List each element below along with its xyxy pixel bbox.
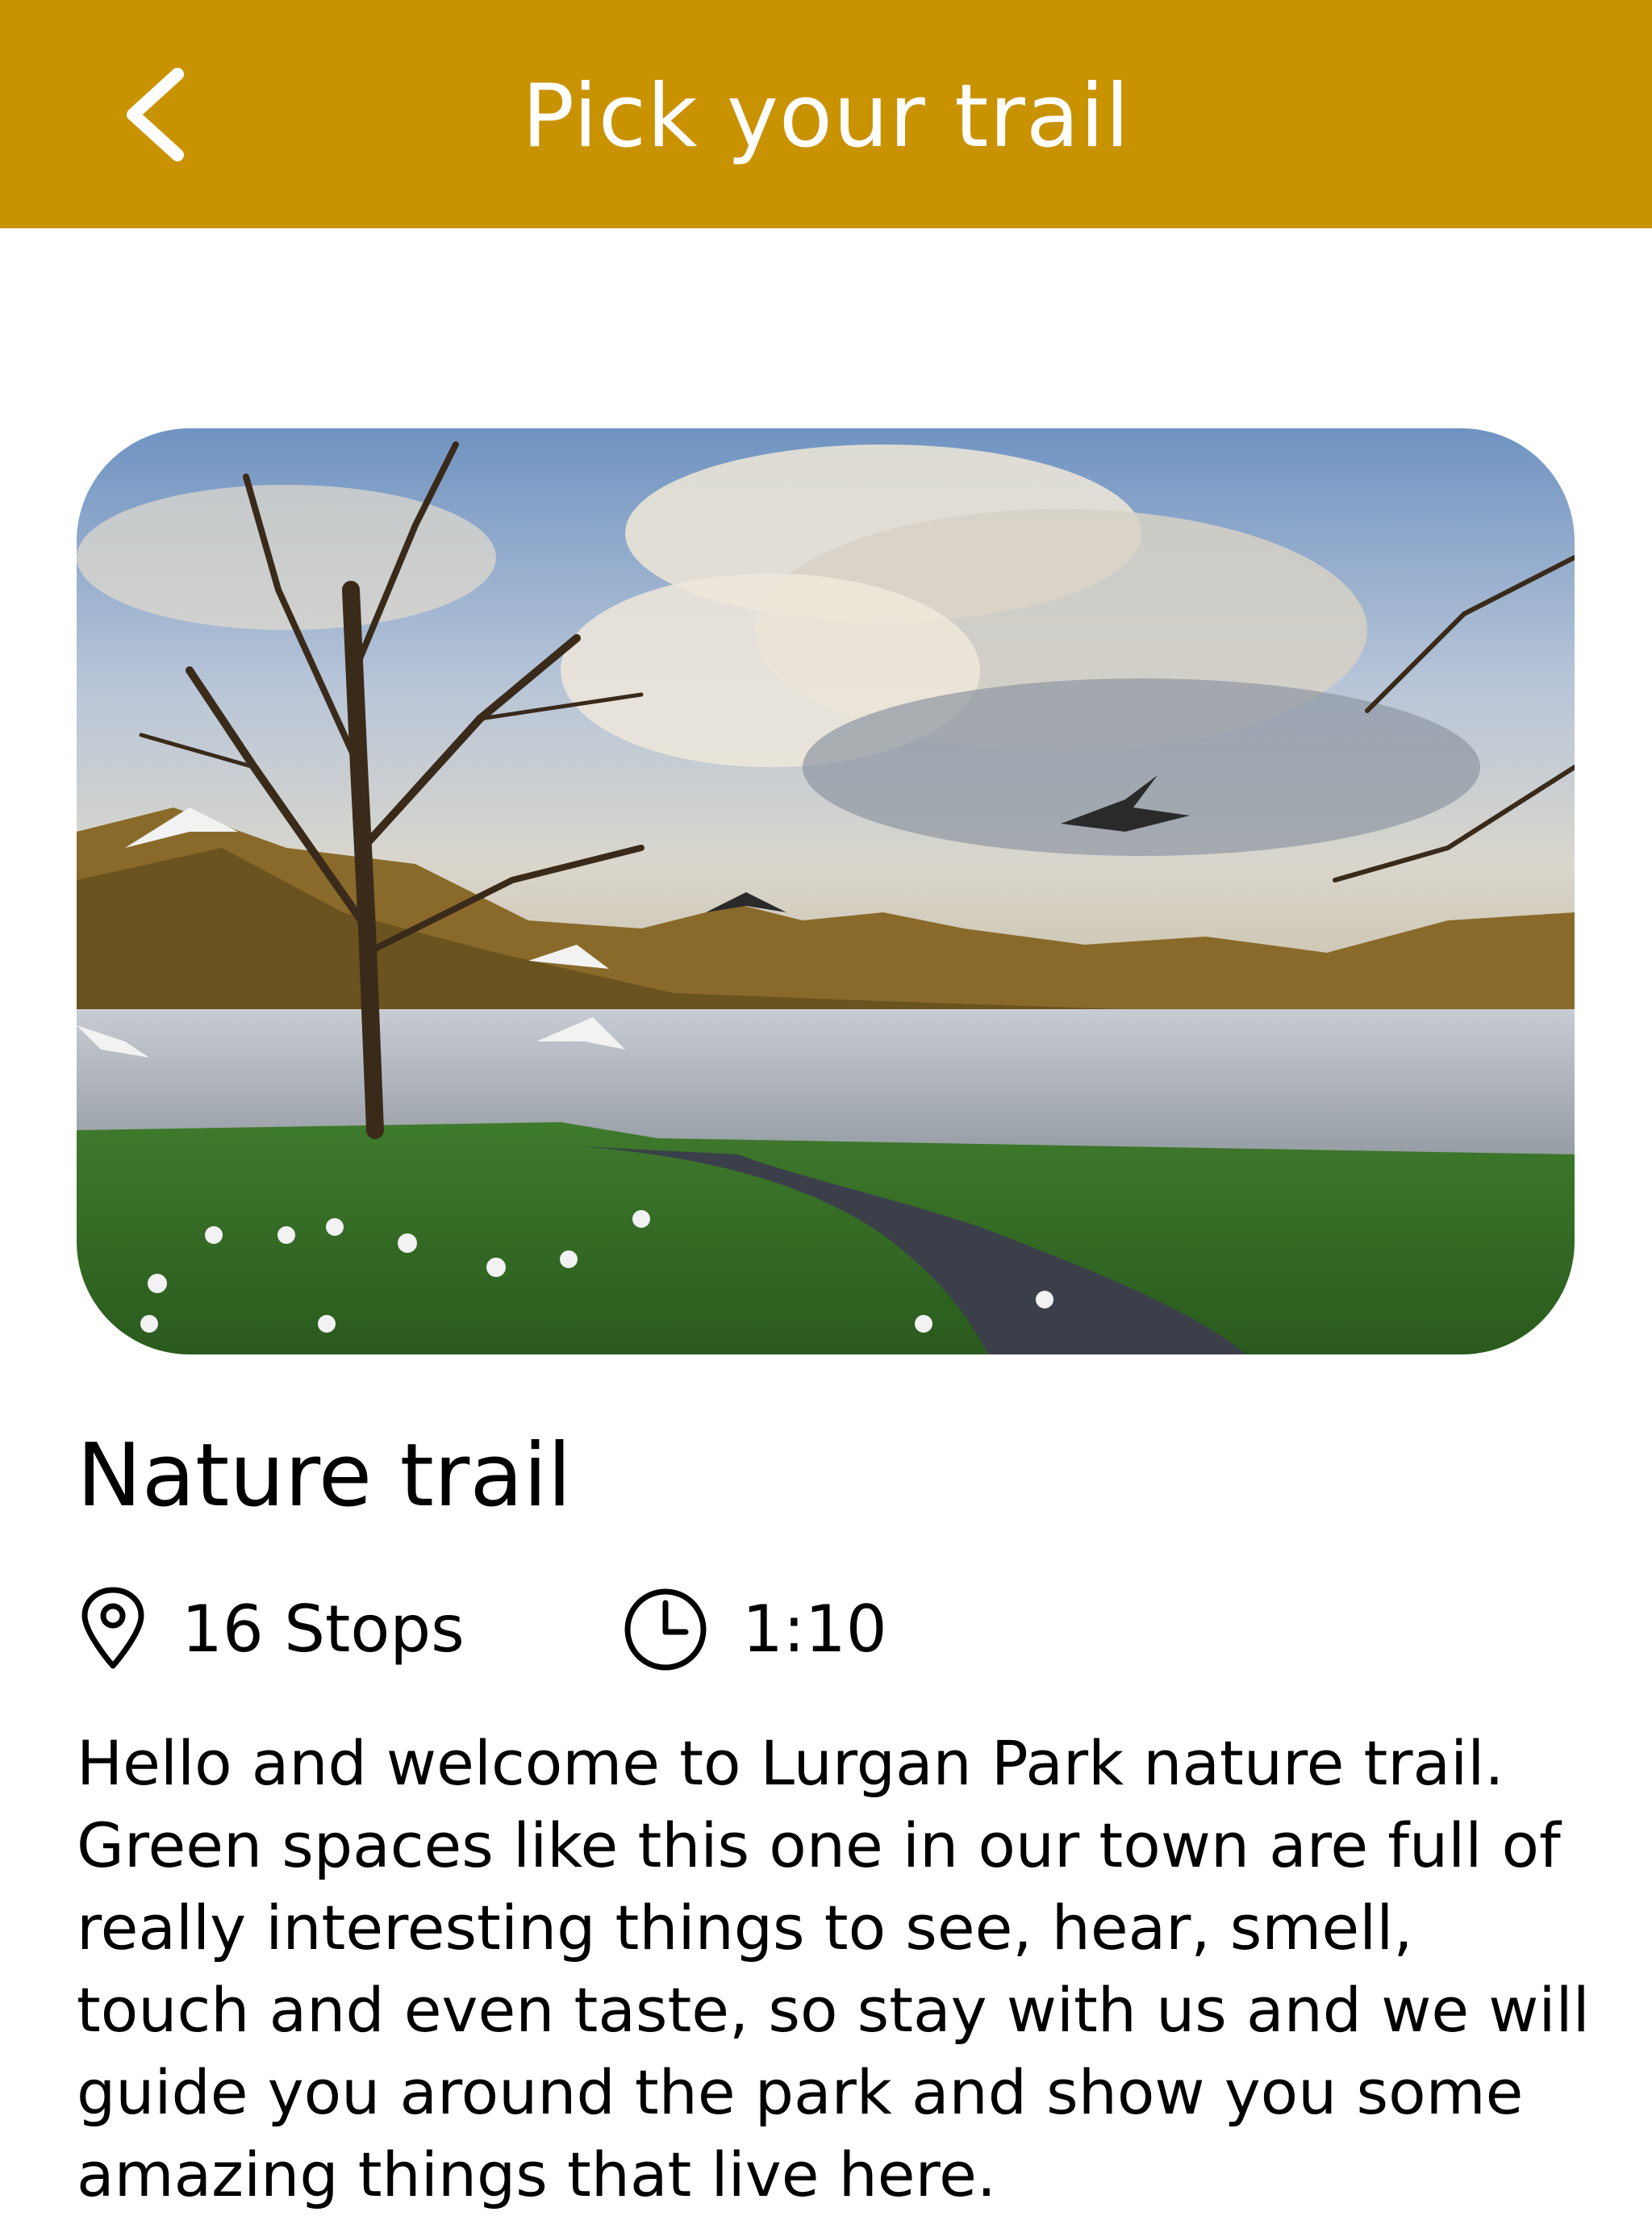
app-bar: Pick your trail (0, 0, 1652, 228)
trail-description: Hello and welcome to Lurgan Park nature … (77, 1727, 1590, 2210)
page-title: Pick your trail (521, 66, 1131, 167)
map-pin-icon (81, 1587, 144, 1669)
trail-image (77, 428, 1575, 1354)
stops-info: 16 Stops (77, 1577, 465, 1682)
stops-count: 16 Stops (181, 1592, 465, 1667)
trail-title: Nature trail (77, 1425, 572, 1526)
duration-info: 1:10 (621, 1577, 887, 1682)
duration-value: 1:10 (742, 1592, 887, 1667)
clock-icon (624, 1588, 707, 1671)
